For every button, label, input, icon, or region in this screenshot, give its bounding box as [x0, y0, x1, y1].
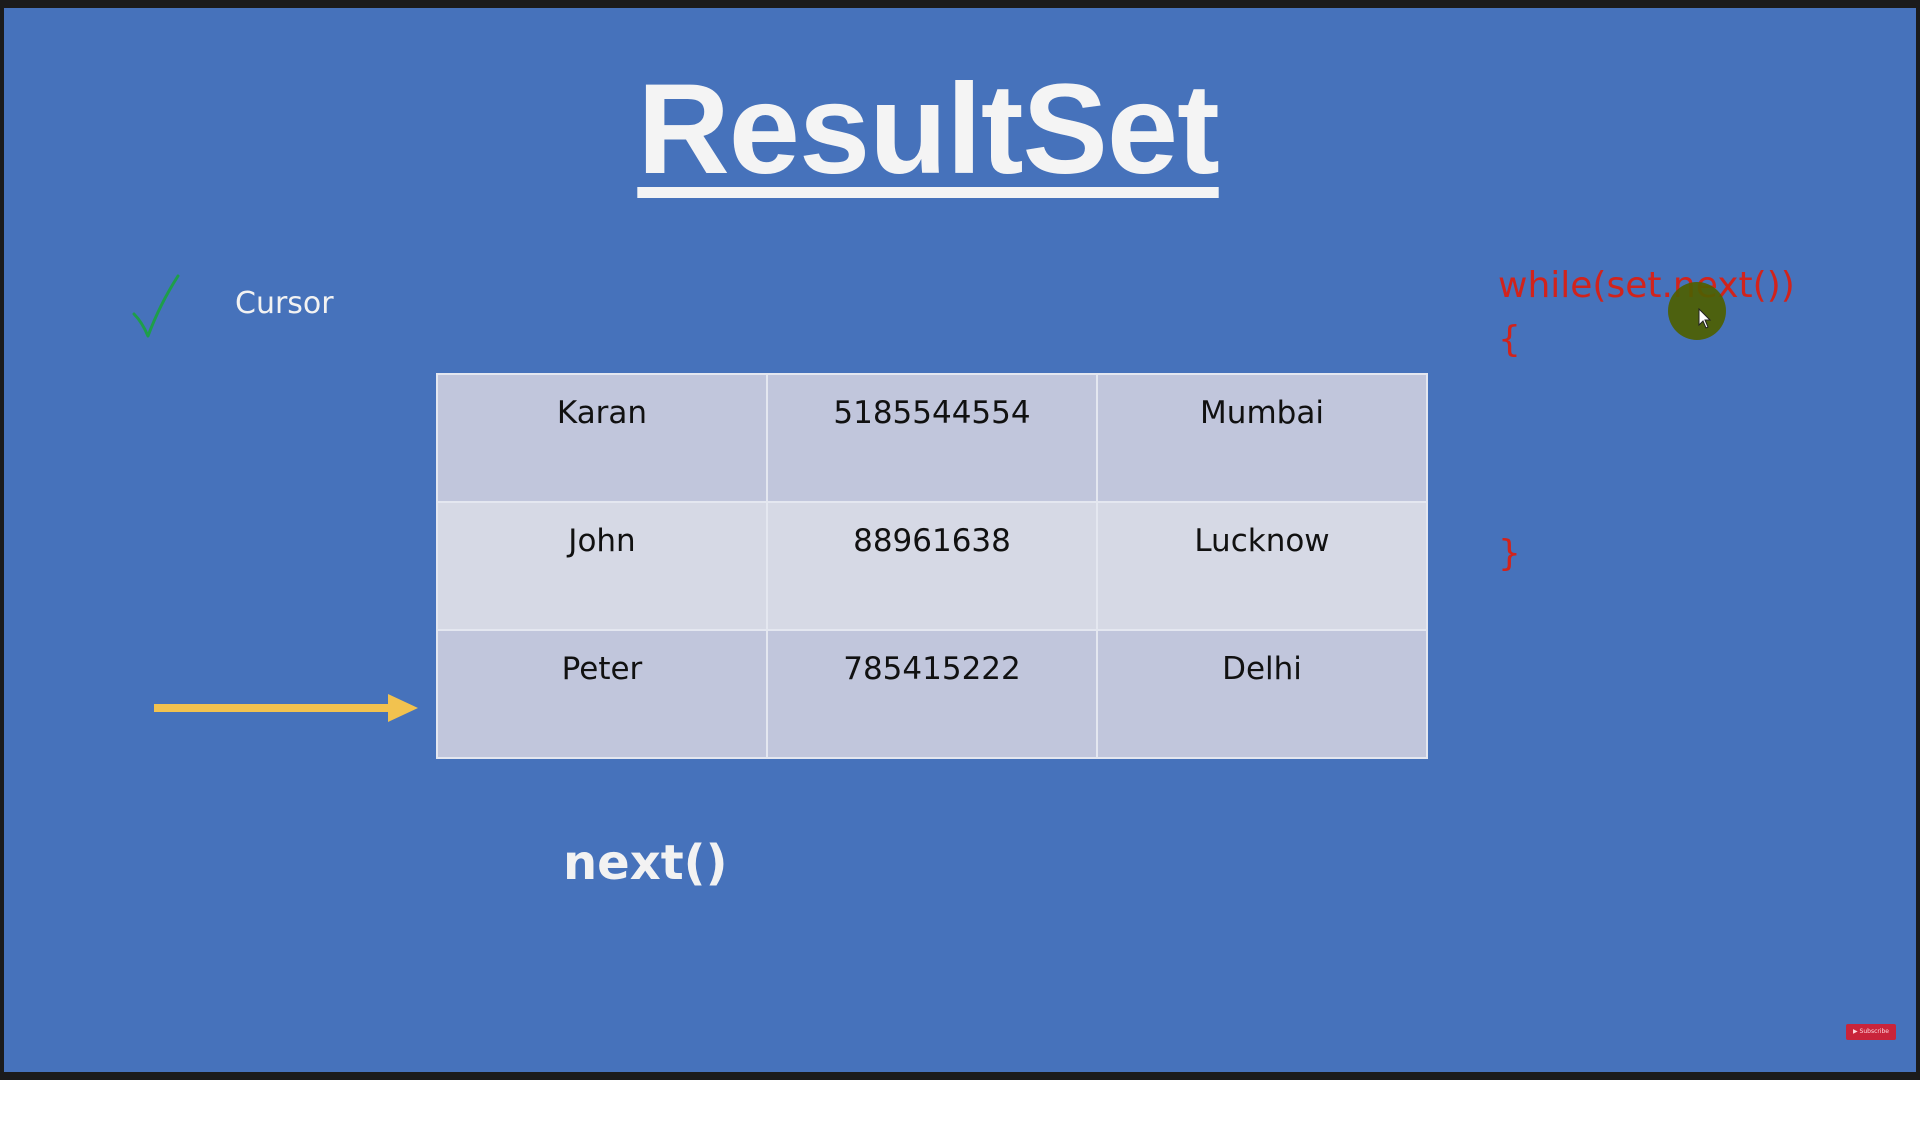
table-cell-phone: 5185544554 [766, 373, 1098, 503]
table-row: Peter 785415222 Delhi [436, 629, 1428, 759]
table-cell-name: John [436, 501, 768, 631]
code-line-close-brace: } [1498, 533, 1521, 574]
code-line-while: while(set.next()) [1498, 265, 1795, 306]
table-row: John 88961638 Lucknow [436, 501, 1428, 631]
table-cell-name: Peter [436, 629, 768, 759]
table-cell-city: Delhi [1096, 629, 1428, 759]
slide-title: ResultSet [637, 58, 1219, 201]
code-line-open-brace: { [1498, 319, 1521, 360]
pointer-highlight [1668, 282, 1726, 340]
table-cell-city: Mumbai [1096, 373, 1428, 503]
table-cell-phone: 785415222 [766, 629, 1098, 759]
cursor-bullet-label: Cursor [235, 286, 334, 321]
table-cell-name: Karan [436, 373, 768, 503]
table-cell-city: Lucknow [1096, 501, 1428, 631]
subscribe-button[interactable]: ▶ Subscribe [1846, 1024, 1896, 1040]
table-row: Karan 5185544554 Mumbai [436, 373, 1428, 503]
right-arrow-icon [154, 694, 418, 722]
table-cell-phone: 88961638 [766, 501, 1098, 631]
next-method-label: next() [563, 835, 728, 891]
video-frame: ResultSet Cursor Karan 5185544554 Mumbai… [0, 0, 1920, 1080]
presentation-slide: ResultSet Cursor Karan 5185544554 Mumbai… [4, 8, 1916, 1072]
resultset-table: Karan 5185544554 Mumbai John 88961638 Lu… [436, 373, 1428, 759]
mouse-pointer-icon [1698, 308, 1712, 329]
checkmark-icon [132, 274, 180, 338]
